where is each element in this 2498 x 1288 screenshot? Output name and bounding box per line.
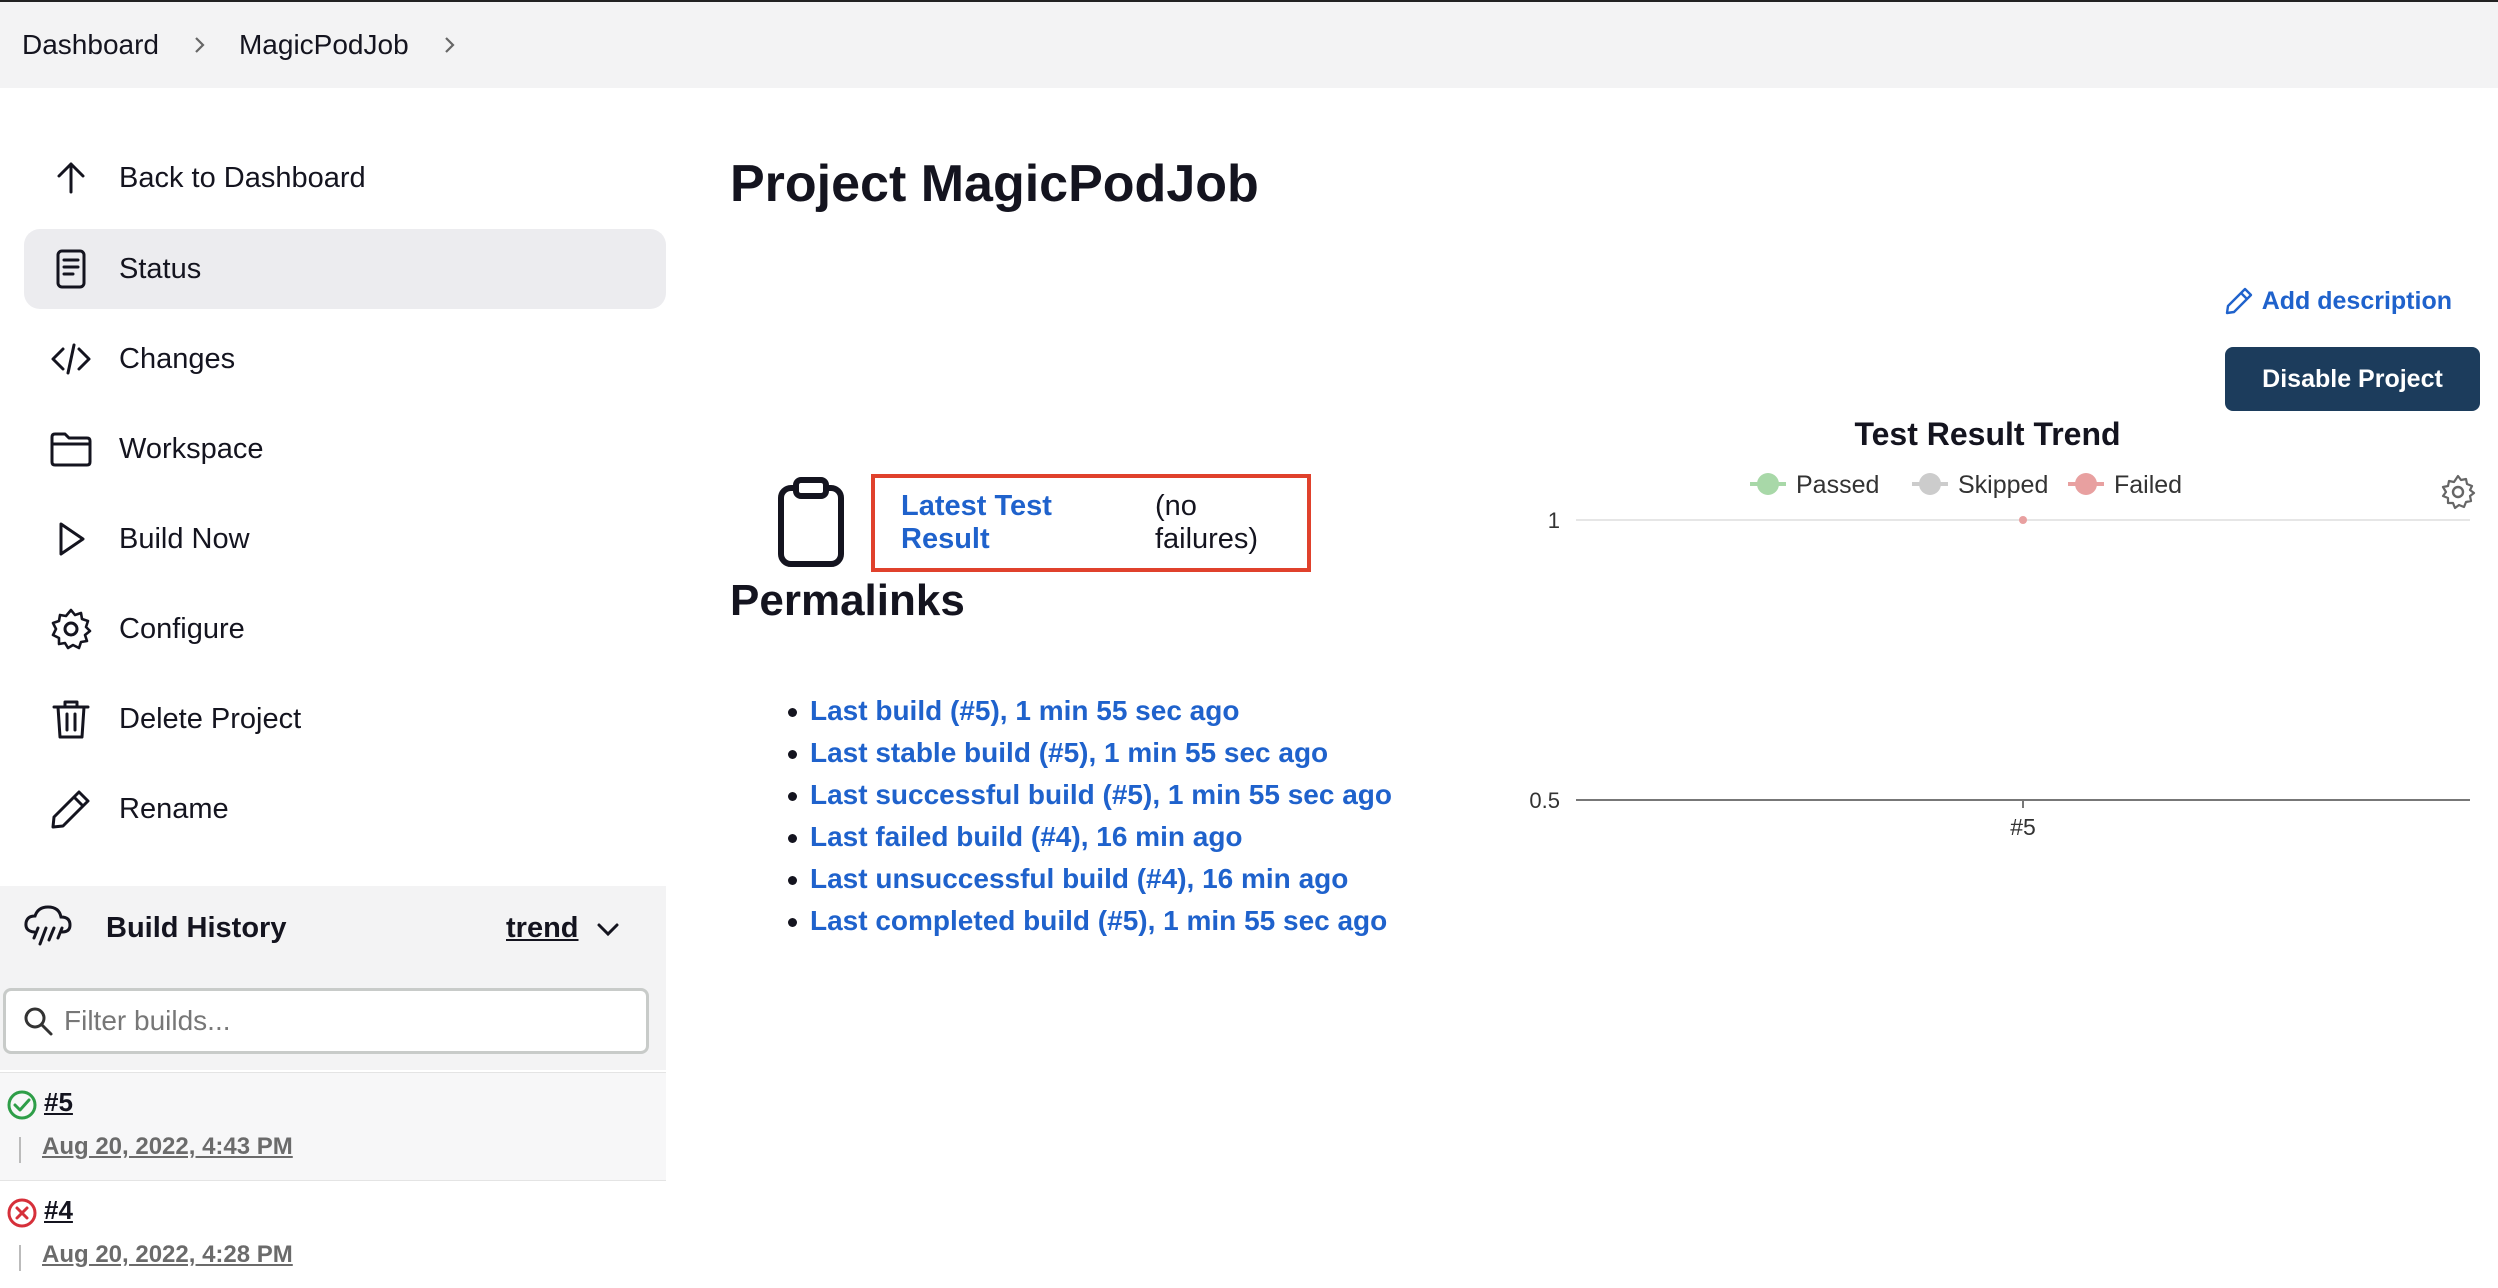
breadcrumb-dashboard[interactable]: Dashboard	[22, 29, 159, 61]
latest-test-result-link[interactable]: Latest Test Result	[901, 490, 1147, 556]
failed-x-icon	[7, 1198, 37, 1228]
legend-label: Failed	[2114, 471, 2182, 499]
folder-icon	[48, 426, 94, 472]
sidebar-item-delete-project[interactable]: Delete Project	[24, 679, 666, 759]
clipboard-icon	[778, 477, 844, 567]
list-item: Last failed build (#4), 16 min ago	[788, 816, 1392, 858]
permalinks-list: Last build (#5), 1 min 55 sec ago Last s…	[788, 690, 1392, 942]
weather-rain-icon	[22, 904, 74, 952]
sidebar-item-label: Status	[119, 252, 202, 285]
test-result-trend-chart: Passed Skipped Failed 1 0.5 #5	[1529, 471, 2470, 840]
build-row[interactable]: #4 Aug 20, 2022, 4:28 PM	[0, 1180, 666, 1288]
sidebar-item-label: Build Now	[119, 522, 250, 555]
build-history-header: Build History trend	[0, 886, 666, 970]
permalink-last-stable-build[interactable]: Last stable build (#5), 1 min 55 sec ago	[810, 737, 1328, 768]
y-tick-label: 1	[1548, 508, 1560, 533]
permalink-last-successful-build[interactable]: Last successful build (#5), 1 min 55 sec…	[810, 779, 1392, 810]
arrow-up-icon	[48, 155, 94, 201]
add-description-link[interactable]: Add description	[2224, 286, 2452, 316]
chevron-down-icon[interactable]	[594, 916, 622, 944]
sidebar-item-label: Configure	[119, 612, 245, 645]
sidebar-item-label: Delete Project	[119, 702, 302, 735]
chevron-right-icon[interactable]	[439, 35, 459, 55]
filter-box	[3, 988, 649, 1054]
sidebar-item-back-to-dashboard[interactable]: Back to Dashboard	[24, 138, 666, 218]
add-description-label: Add description	[2261, 286, 2452, 315]
breadcrumb-project[interactable]: MagicPodJob	[239, 29, 409, 61]
sidebar-item-status[interactable]: Status	[24, 229, 666, 309]
success-check-icon	[7, 1090, 37, 1120]
list-item: Last build (#5), 1 min 55 sec ago	[788, 690, 1392, 732]
permalink-last-unsuccessful-build[interactable]: Last unsuccessful build (#4), 16 min ago	[810, 863, 1348, 894]
sidebar-item-label: Rename	[119, 792, 229, 825]
x-tick-label: #5	[2010, 814, 2036, 840]
build-number-link[interactable]: #4	[44, 1195, 73, 1226]
data-point	[2019, 516, 2027, 524]
latest-test-result-status: (no failures)	[1154, 490, 1259, 555]
legend-label: Passed	[1796, 471, 1879, 499]
permalink-last-failed-build[interactable]: Last failed build (#4), 16 min ago	[810, 821, 1243, 852]
build-date-link[interactable]: Aug 20, 2022, 4:28 PM	[42, 1241, 293, 1269]
list-item: Last completed build (#5), 1 min 55 sec …	[788, 900, 1392, 942]
build-history-trend-link[interactable]: trend	[506, 912, 579, 945]
list-item: Last stable build (#5), 1 min 55 sec ago	[788, 732, 1392, 774]
legend-marker	[1757, 473, 1779, 495]
disable-project-button[interactable]: Disable Project	[2225, 347, 2480, 411]
code-icon	[48, 336, 94, 382]
latest-test-result-box: Latest Test Result (no failures)	[871, 474, 1311, 572]
permalink-last-build[interactable]: Last build (#5), 1 min 55 sec ago	[810, 695, 1239, 726]
document-icon	[48, 246, 94, 292]
list-item: Last unsuccessful build (#4), 16 min ago	[788, 858, 1392, 900]
sidebar-item-workspace[interactable]: Workspace	[24, 409, 666, 489]
build-history-title: Build History	[106, 911, 287, 944]
legend-label: Skipped	[1958, 471, 2048, 499]
play-icon	[48, 516, 94, 562]
build-row[interactable]: #5 Aug 20, 2022, 4:43 PM	[0, 1072, 666, 1180]
filter-builds-input[interactable]	[64, 996, 634, 1046]
divider	[19, 1245, 21, 1271]
permalinks-title: Permalinks	[730, 576, 965, 625]
gear-icon	[48, 606, 94, 652]
sidebar-item-label: Changes	[119, 342, 236, 375]
sidebar-item-rename[interactable]: Rename	[24, 769, 666, 849]
search-icon	[24, 1007, 53, 1036]
filter-container	[0, 970, 666, 1070]
legend-marker	[2075, 473, 2097, 495]
legend-marker	[1919, 473, 1941, 495]
page-title: Project MagicPodJob	[730, 155, 1259, 213]
chevron-right-icon	[189, 35, 209, 55]
y-tick-label: 0.5	[1529, 788, 1560, 813]
pencil-icon	[48, 786, 94, 832]
sidebar-item-configure[interactable]: Configure	[24, 589, 666, 669]
sidebar-item-build-now[interactable]: Build Now	[24, 499, 666, 579]
list-item: Last successful build (#5), 1 min 55 sec…	[788, 774, 1392, 816]
sidebar-item-label: Workspace	[119, 432, 264, 465]
pencil-icon	[2225, 287, 2252, 315]
permalink-last-completed-build[interactable]: Last completed build (#5), 1 min 55 sec …	[810, 905, 1387, 936]
sidebar-item-changes[interactable]: Changes	[24, 319, 666, 399]
sidebar-item-label: Back to Dashboard	[119, 161, 366, 194]
chart-title: Test Result Trend	[1854, 416, 2121, 452]
divider	[19, 1137, 21, 1163]
build-number-link[interactable]: #5	[44, 1087, 73, 1118]
build-date-link[interactable]: Aug 20, 2022, 4:43 PM	[42, 1133, 293, 1161]
trash-icon	[48, 696, 94, 742]
breadcrumb: Dashboard MagicPodJob	[0, 0, 2498, 88]
